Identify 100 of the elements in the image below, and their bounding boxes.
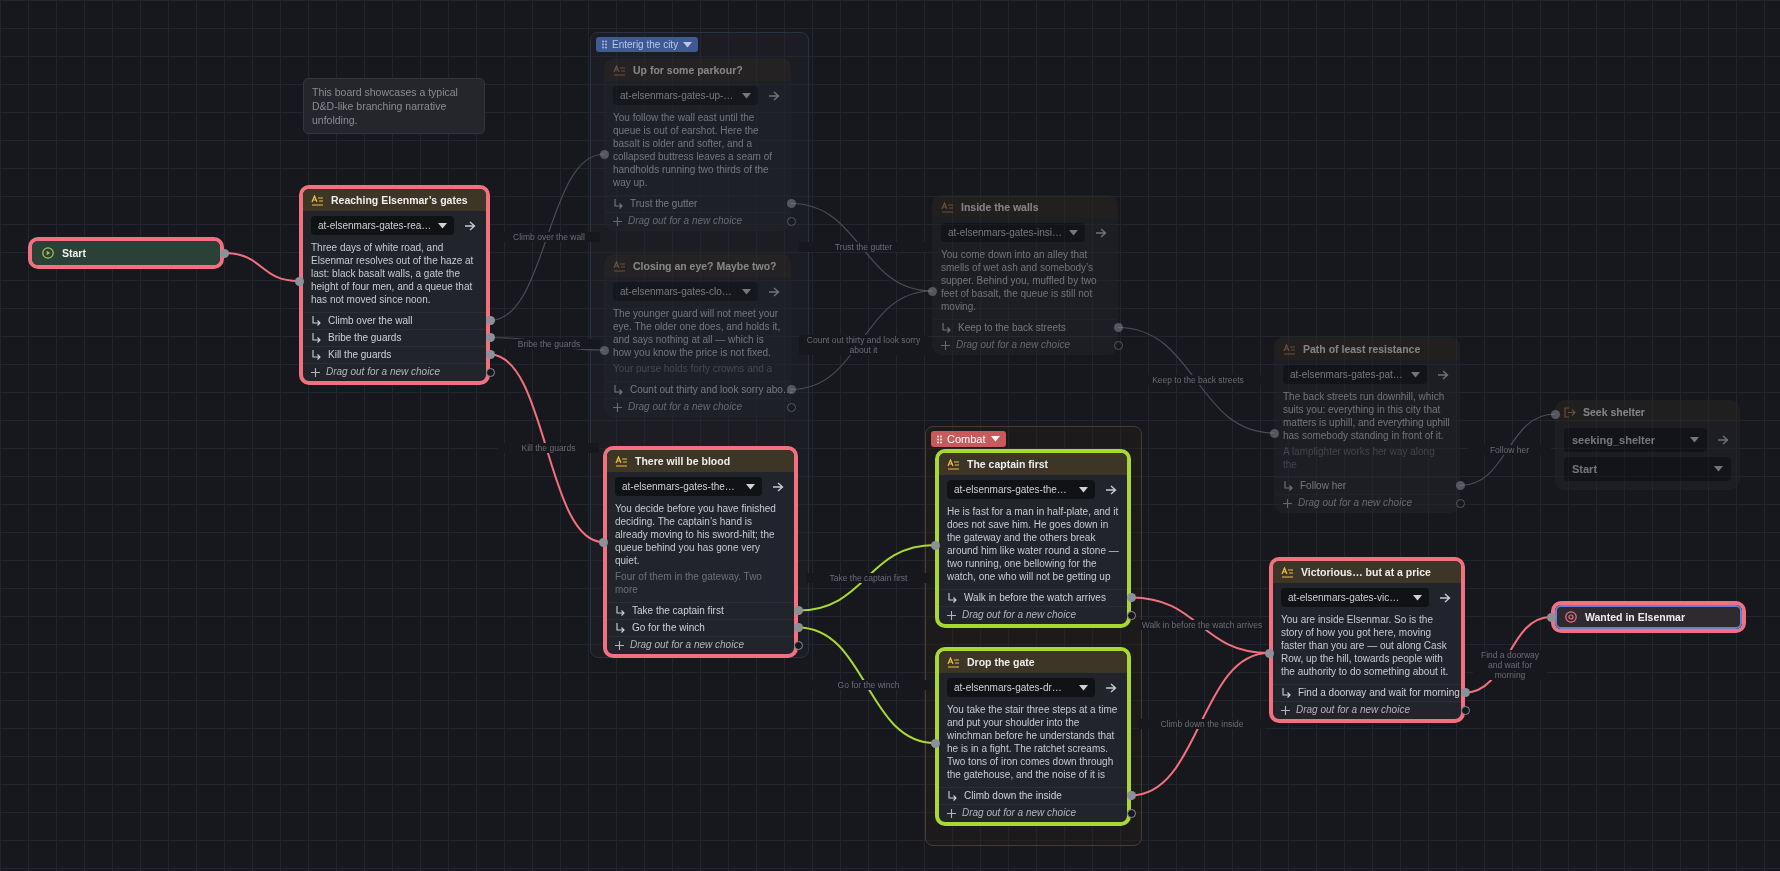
caret-icon xyxy=(1069,229,1078,236)
end-node[interactable]: Wanted in Elsenmar xyxy=(1551,601,1746,633)
passage-dropdown[interactable]: at-elsenmars-gates-the… xyxy=(615,477,762,496)
edge-label: Kill the guards xyxy=(498,443,599,454)
text-lines-icon xyxy=(613,260,626,272)
edge-label: Climb down the inside xyxy=(1139,719,1265,730)
passage-node[interactable] xyxy=(603,446,798,658)
port-handle[interactable] xyxy=(1269,428,1279,438)
node-title: Inside the walls xyxy=(961,201,1039,213)
passage-text: Three days of white road, and Elsenmar resolves out of the haze at last: black basalt walls, a gate the height of four men, and a queue that has not moved since noon. xyxy=(311,241,475,306)
target-icon xyxy=(1565,611,1577,623)
port-handle[interactable] xyxy=(1550,409,1560,419)
passage-text: He is fast for a man in half-plate, and it does not save him. He goes down in the gateway and the others break around him like water round a stone — two running, one bellowing for the watch, one who will not be getting up xyxy=(947,505,1119,583)
group-label[interactable]: Combat xyxy=(931,431,1006,447)
start-node[interactable]: Start xyxy=(28,237,224,269)
node-title: Path of least resistance xyxy=(1303,343,1421,355)
port-handle[interactable] xyxy=(930,738,940,748)
port-handle[interactable] xyxy=(599,149,609,159)
passage-text: You come down into an alley that smells of wet ash and somebody’s supper. Behind you, muffled by two feet of basalt, the queue is still not moving. xyxy=(941,248,1098,313)
port-handle[interactable] xyxy=(598,537,608,547)
passage-node[interactable] xyxy=(935,449,1131,628)
node-title: Wanted in Elsenmar xyxy=(1585,611,1685,623)
caret-icon xyxy=(1413,594,1422,601)
plus-icon xyxy=(941,340,950,350)
caret-icon xyxy=(746,483,755,490)
text-lines-icon xyxy=(615,455,628,467)
choice-item[interactable]: Climb down the inside xyxy=(939,787,1127,804)
branch-arrow-icon xyxy=(613,385,624,395)
passage-node[interactable] xyxy=(935,647,1131,826)
caret-icon xyxy=(683,41,693,48)
passage-text: You take the stair three steps at a time and put your shoulder into the winchman before he understands that he is in a fight. The ratchet screams. Two tons of iron comes down through the gatehouse, and the noise of it is xyxy=(947,703,1119,781)
branch-arrow-icon xyxy=(311,350,322,360)
caret-icon xyxy=(1411,371,1420,378)
choice-item[interactable]: Walk in before the watch arrives xyxy=(939,589,1127,606)
text-lines-icon xyxy=(947,656,960,668)
passage-dropdown[interactable]: at-elsenmars-gates-rea… xyxy=(311,216,454,235)
choice-item[interactable]: Climb over the wall xyxy=(303,312,486,329)
group-label[interactable]: Enterig the city xyxy=(596,37,699,52)
plus-icon xyxy=(613,216,622,226)
play-circle-icon xyxy=(42,247,54,259)
port-handle[interactable] xyxy=(294,276,304,286)
caret-icon xyxy=(742,288,751,295)
node-title: Up for some parkour? xyxy=(633,64,743,76)
plus-icon xyxy=(1283,498,1292,508)
passage-text: The back streets run downhill, which suits you: everything in this city that matters is uphill, and everything uphill has somebody standing in front of it. xyxy=(1283,390,1451,442)
port-handle[interactable] xyxy=(599,345,609,355)
branch-arrow-icon xyxy=(1283,481,1294,491)
new-choice-item[interactable]: Drag out for a new choice xyxy=(939,804,1127,822)
port-handle[interactable] xyxy=(1546,612,1556,622)
text-lines-icon xyxy=(947,458,960,470)
caret-icon xyxy=(1079,684,1088,691)
node-title: Seek shelter xyxy=(1583,406,1645,418)
branch-arrow-icon xyxy=(947,593,958,603)
caret-icon xyxy=(1714,466,1723,472)
new-choice-item[interactable]: Drag out for a new choice xyxy=(939,606,1127,624)
edge-label: Walk in before the watch arrives xyxy=(1139,620,1265,631)
passage-dropdown[interactable]: at-elsenmars-gates-dr… xyxy=(947,678,1095,697)
new-choice-item[interactable]: Drag out for a new choice xyxy=(607,636,794,654)
branch-arrow-icon xyxy=(311,333,322,343)
choice-item[interactable]: Take the captain first xyxy=(607,602,794,619)
passage-text: You follow the wall east until the queue is out of earshot. Here the basalt is older and softer, and a collapsed buttress leaves a seam of handholds running two thirds of the way up. xyxy=(613,111,773,189)
caret-icon xyxy=(1079,486,1088,493)
node-title: Start xyxy=(62,247,86,259)
passage-dropdown[interactable]: at-elsenmars-gates-vic… xyxy=(1281,588,1429,607)
node-title: Closing an eye? Maybe two? xyxy=(633,260,777,272)
port-handle[interactable] xyxy=(219,248,229,258)
branch-arrow-icon xyxy=(613,199,624,209)
new-choice-item[interactable]: Drag out for a new choice xyxy=(303,363,486,381)
caret-icon xyxy=(438,222,447,229)
new-choice-item[interactable]: Drag out for a new choice xyxy=(1273,701,1461,719)
text-lines-icon xyxy=(613,64,626,76)
passage-node[interactable] xyxy=(1269,557,1465,723)
port-handle[interactable] xyxy=(927,286,937,296)
edge-label: Count out thirty and look sorry about it xyxy=(799,335,928,356)
plus-icon xyxy=(947,610,956,620)
choice-item[interactable]: Kill the guards xyxy=(303,346,486,363)
passage-dropdown[interactable]: at-elsenmars-gates-the… xyxy=(947,480,1095,499)
plus-icon xyxy=(1281,705,1290,715)
edge-label: Trust the gutter xyxy=(799,242,928,253)
choice-item[interactable]: Go for the winch xyxy=(607,619,794,636)
node-title: Reaching Elsenmar’s gates xyxy=(331,194,468,206)
port-handle[interactable] xyxy=(1264,648,1274,658)
choice-item[interactable]: Bribe the guards xyxy=(303,329,486,346)
exit-icon xyxy=(1564,406,1576,418)
passage-node[interactable] xyxy=(299,185,490,385)
caret-icon xyxy=(1690,437,1699,443)
passage-text: You are inside Elsenmar. So is the story of how you got here, moving faster than you are — out along Cask Row, up the hill, towards people with the authority to do something about it. xyxy=(1281,613,1450,678)
branch-arrow-icon xyxy=(615,623,626,633)
passage-text: The younger guard will not meet your eye. The older one does, and holds it, and says nothing at all — which is how you know the price is not fixed. xyxy=(613,307,782,359)
choice-item[interactable]: Find a doorway and wait for morning xyxy=(1273,684,1461,701)
edge-label: Follow her xyxy=(1468,444,1551,455)
branch-arrow-icon xyxy=(1281,688,1292,698)
text-lines-icon xyxy=(1281,566,1294,578)
text-lines-icon xyxy=(941,201,954,213)
edge-label: Take the captain first xyxy=(806,572,931,583)
node-title: There will be blood xyxy=(635,455,731,467)
plus-icon xyxy=(613,402,622,412)
branch-arrow-icon xyxy=(941,323,952,333)
text-lines-icon xyxy=(311,194,324,206)
port-handle[interactable] xyxy=(930,540,940,550)
